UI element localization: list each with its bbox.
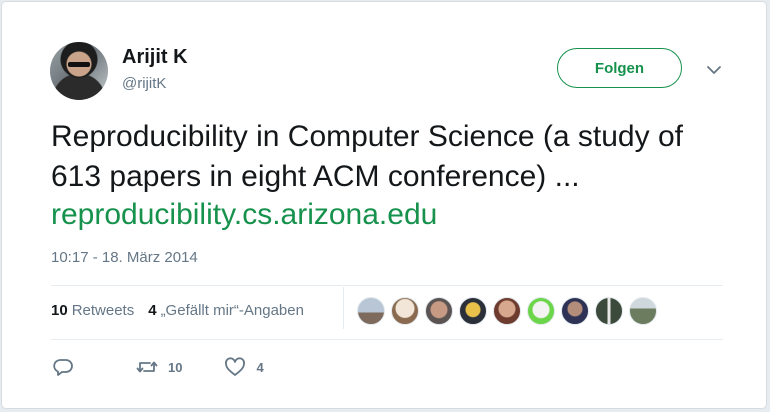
likes-count: 4 bbox=[148, 302, 157, 319]
heart-icon bbox=[225, 357, 246, 376]
divider bbox=[51, 285, 723, 286]
liker-avatar[interactable] bbox=[357, 297, 385, 325]
tweet-actions: 10 4 bbox=[51, 355, 264, 379]
liker-avatar[interactable] bbox=[629, 297, 657, 325]
chevron-down-icon[interactable] bbox=[704, 60, 724, 80]
follow-button[interactable]: Folgen bbox=[557, 48, 682, 88]
liker-avatar[interactable] bbox=[493, 297, 521, 325]
retweets-count: 10 bbox=[51, 302, 68, 319]
liker-avatar[interactable] bbox=[527, 297, 555, 325]
user-name[interactable]: Arijit K bbox=[122, 46, 188, 69]
tweet-link[interactable]: reproducibility.cs.arizona.edu bbox=[51, 195, 437, 235]
retweet-count: 10 bbox=[168, 359, 183, 375]
liker-avatar[interactable] bbox=[595, 297, 623, 325]
like-button[interactable]: 4 bbox=[223, 355, 264, 379]
reply-button[interactable] bbox=[51, 355, 75, 379]
user-handle[interactable]: @rijitK bbox=[122, 75, 166, 92]
like-count: 4 bbox=[256, 359, 264, 375]
divider bbox=[51, 339, 723, 340]
stats-separator bbox=[343, 287, 344, 329]
liker-avatar[interactable] bbox=[459, 297, 487, 325]
liker-avatar[interactable] bbox=[391, 297, 419, 325]
retweets-label: Retweets bbox=[71, 302, 135, 319]
retweet-icon bbox=[136, 361, 158, 373]
reply-icon bbox=[53, 359, 73, 376]
liker-avatars bbox=[357, 297, 663, 325]
avatar[interactable] bbox=[50, 42, 108, 100]
liker-avatar[interactable] bbox=[425, 297, 453, 325]
liker-avatar[interactable] bbox=[561, 297, 589, 325]
retweets-stat[interactable]: 10 Retweets bbox=[51, 302, 134, 319]
tweet-card: Arijit K @rijitK Folgen Reproducibility … bbox=[1, 1, 767, 409]
tweet-text: Reproducibility in Computer Science (a s… bbox=[51, 120, 683, 193]
tweet-stats: 10 Retweets 4 „Gefällt mir“-Angaben bbox=[51, 302, 304, 319]
likes-label: „Gefällt mir“-Angaben bbox=[160, 302, 304, 319]
tweet-timestamp[interactable]: 10:17 - 18. März 2014 bbox=[51, 249, 198, 266]
retweet-button[interactable]: 10 bbox=[135, 355, 182, 379]
likes-stat[interactable]: 4 „Gefällt mir“-Angaben bbox=[148, 302, 304, 319]
